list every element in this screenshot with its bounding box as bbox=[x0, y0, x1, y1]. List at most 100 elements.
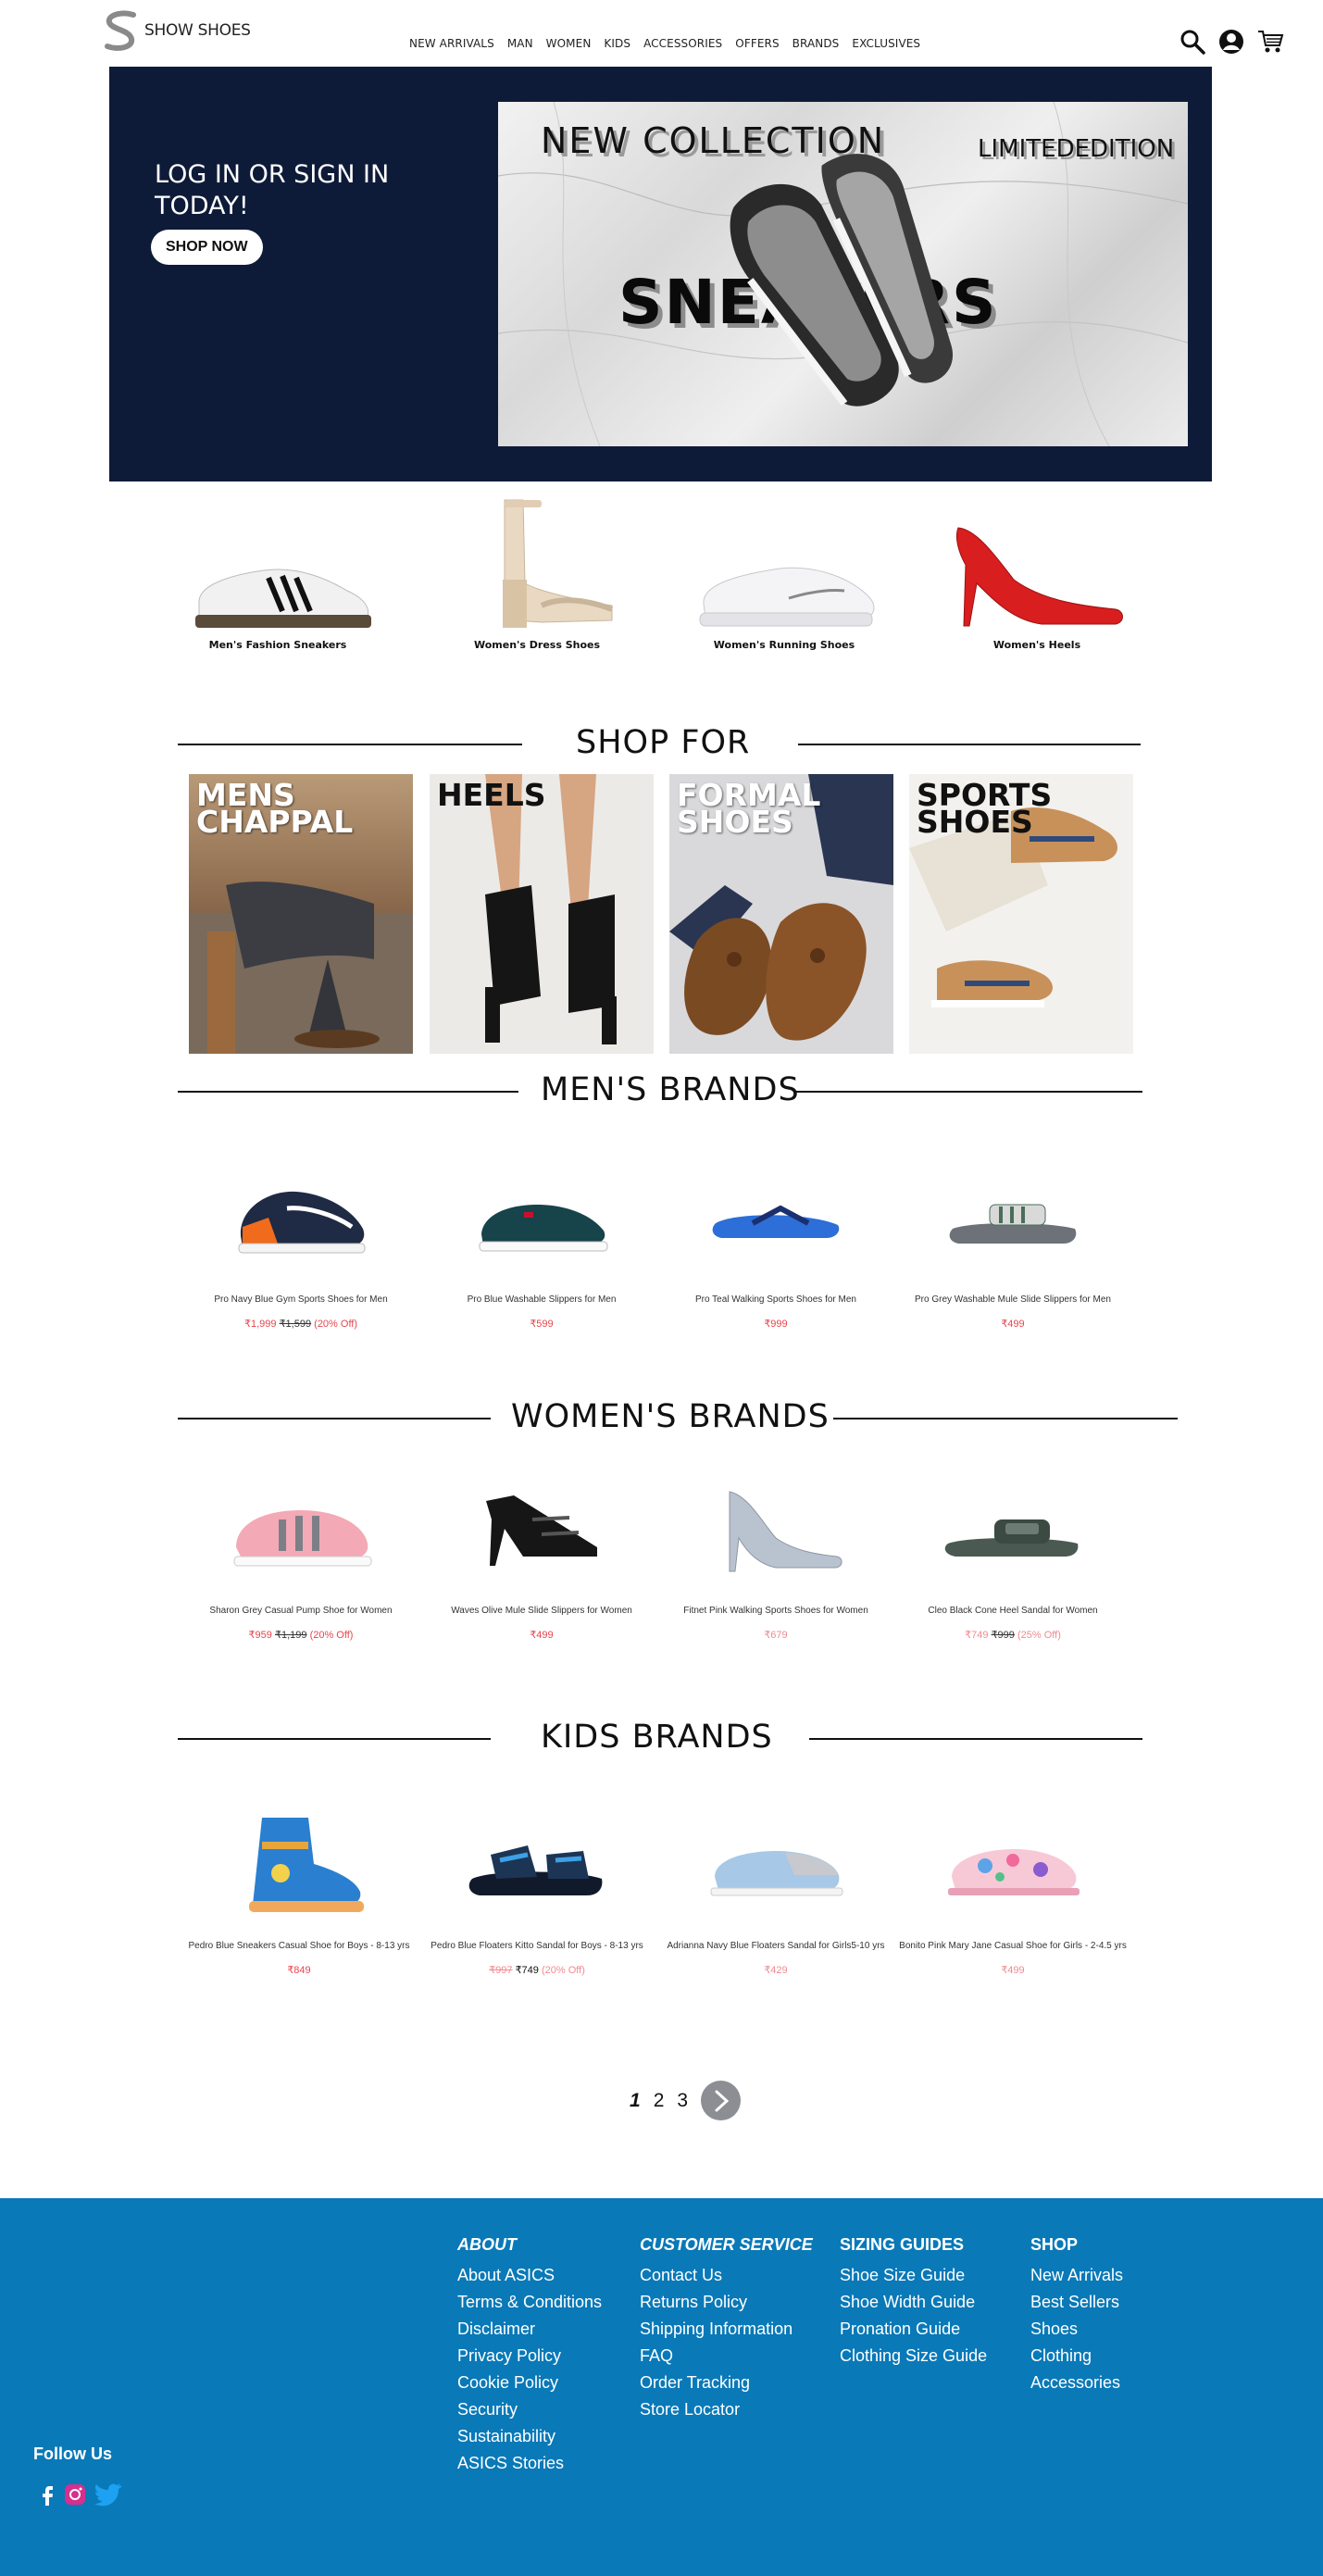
product-name: Pro Grey Washable Mule Slide Slippers fo… bbox=[915, 1294, 1111, 1305]
sneakers-promo-image[interactable]: NEW COLLECTION LIMITEDEDITION SNEAKERS bbox=[498, 102, 1188, 446]
product-card[interactable]: Pro Blue Washable Slippers for Men ₹599 bbox=[421, 1157, 662, 1330]
product-card[interactable]: Cleo Black Cone Heel Sandal for Women ₹7… bbox=[892, 1469, 1133, 1641]
tile-heels[interactable]: HEELS bbox=[430, 774, 654, 1054]
nav-kids[interactable]: KIDS bbox=[604, 37, 630, 50]
footer-link[interactable]: Sustainability bbox=[457, 2423, 602, 2450]
category-womens-heels[interactable]: Women's Heels bbox=[926, 519, 1148, 651]
category-womens-running[interactable]: Women's Running Shoes bbox=[673, 546, 895, 651]
category-mens-sneakers[interactable]: Men's Fashion Sneakers bbox=[167, 546, 389, 651]
follow-us-label: Follow Us bbox=[33, 2445, 112, 2463]
footer-link[interactable]: Shoe Width Guide bbox=[840, 2289, 987, 2316]
footer-link[interactable]: Clothing Size Guide bbox=[840, 2343, 987, 2370]
twitter-icon[interactable] bbox=[93, 2482, 124, 2507]
category-caption: Women's Heels bbox=[992, 639, 1081, 651]
footer-link[interactable]: Shoe Size Guide bbox=[840, 2262, 987, 2289]
footer-link[interactable]: Store Locator bbox=[640, 2396, 813, 2423]
product-image bbox=[655, 1469, 896, 1589]
category-womens-dress[interactable]: Women's Dress Shoes bbox=[426, 491, 648, 651]
footer-link[interactable]: Accessories bbox=[1030, 2370, 1123, 2396]
heading-rule bbox=[178, 1738, 491, 1740]
social-links bbox=[37, 2482, 124, 2507]
nav-brands[interactable]: BRANDS bbox=[793, 37, 840, 50]
product-card[interactable]: Adrianna Navy Blue Floaters Sandal for G… bbox=[655, 1804, 896, 1976]
brand-logo[interactable]: SHOW SHOES bbox=[102, 9, 251, 52]
product-card[interactable]: Sharon Grey Casual Pump Shoe for Women ₹… bbox=[181, 1469, 421, 1641]
footer-link[interactable]: New Arrivals bbox=[1030, 2262, 1123, 2289]
facebook-icon[interactable] bbox=[37, 2482, 57, 2507]
section-title: MEN'S BRANDS bbox=[541, 1071, 800, 1108]
product-image bbox=[892, 1157, 1133, 1278]
shop-for-heading: SHOP FOR bbox=[178, 724, 1141, 761]
footer-link[interactable]: Security bbox=[457, 2396, 602, 2423]
page-2-link[interactable]: 2 bbox=[654, 2090, 665, 2112]
product-card[interactable]: Pedro Blue Sneakers Casual Shoe for Boys… bbox=[179, 1804, 419, 1976]
footer-heading: SHOP bbox=[1030, 2235, 1079, 2254]
product-image bbox=[179, 1804, 419, 1924]
product-image bbox=[421, 1157, 662, 1278]
nav-offers[interactable]: OFFERS bbox=[735, 37, 779, 50]
pagination: 1 2 3 bbox=[630, 2081, 742, 2120]
tile-mens-chappal[interactable]: MENS CHAPPAL bbox=[189, 774, 413, 1054]
page-3-link[interactable]: 3 bbox=[677, 2090, 688, 2112]
footer-link[interactable]: Order Tracking bbox=[640, 2370, 813, 2396]
footer-link[interactable]: Shoes bbox=[1030, 2316, 1123, 2343]
tile-label: HEELS bbox=[437, 777, 546, 813]
product-card[interactable]: Pro Grey Washable Mule Slide Slippers fo… bbox=[892, 1157, 1133, 1330]
footer-link[interactable]: About ASICS bbox=[457, 2262, 602, 2289]
search-icon[interactable] bbox=[1179, 28, 1206, 56]
logo-mark-icon bbox=[105, 10, 136, 51]
product-name: Fitnet Pink Walking Sports Shoes for Wom… bbox=[683, 1606, 868, 1616]
page-1-link[interactable]: 1 bbox=[630, 2090, 641, 2112]
footer-link[interactable]: Disclaimer bbox=[457, 2316, 602, 2343]
footer-link[interactable]: Shipping Information bbox=[640, 2316, 813, 2343]
tile-sports-shoes[interactable]: SPORTS SHOES bbox=[909, 774, 1133, 1054]
product-name: Pro Teal Walking Sports Shoes for Men bbox=[695, 1294, 856, 1305]
site-header: SHOW SHOES NEW ARRIVALS MAN WOMEN KIDS A… bbox=[0, 0, 1323, 67]
nav-new-arrivals[interactable]: NEW ARRIVALS bbox=[409, 37, 494, 50]
product-card[interactable]: Pro Navy Blue Gym Sports Shoes for Men ₹… bbox=[181, 1157, 421, 1330]
account-icon[interactable] bbox=[1217, 28, 1245, 56]
product-image bbox=[655, 1804, 896, 1924]
category-caption: Women's Dress Shoes bbox=[473, 639, 601, 651]
product-price: ₹959 ₹1,199 (20% Off) bbox=[248, 1630, 354, 1641]
heading-rule bbox=[178, 1418, 491, 1419]
footer-link[interactable]: Best Sellers bbox=[1030, 2289, 1123, 2316]
footer-link[interactable]: Cookie Policy bbox=[457, 2370, 602, 2396]
product-card[interactable]: Bonito Pink Mary Jane Casual Shoe for Gi… bbox=[892, 1804, 1133, 1976]
product-card[interactable]: Waves Olive Mule Slide Slippers for Wome… bbox=[421, 1469, 662, 1641]
footer-link[interactable]: Terms & Conditions bbox=[457, 2289, 602, 2316]
footer-link[interactable]: Clothing bbox=[1030, 2343, 1123, 2370]
section-title: WOMEN'S BRANDS bbox=[511, 1398, 830, 1435]
footer-link[interactable]: Returns Policy bbox=[640, 2289, 813, 2316]
nav-women[interactable]: WOMEN bbox=[546, 37, 592, 50]
product-image bbox=[181, 1157, 421, 1278]
next-page-button[interactable] bbox=[701, 2081, 742, 2120]
shop-now-button[interactable]: SHOP NOW bbox=[151, 230, 263, 265]
mens-brands-heading: MEN'S BRANDS bbox=[178, 1071, 1142, 1108]
nav-accessories[interactable]: ACCESSORIES bbox=[643, 37, 722, 50]
cart-icon[interactable] bbox=[1256, 28, 1284, 56]
footer-link[interactable]: Pronation Guide bbox=[840, 2316, 987, 2343]
footer-heading: SIZING GUIDES bbox=[840, 2235, 965, 2254]
category-row: Men's Fashion Sneakers Women's Dress Sho… bbox=[167, 491, 1167, 676]
nav-exclusives[interactable]: EXCLUSIVES bbox=[852, 37, 920, 50]
footer-link[interactable]: Contact Us bbox=[640, 2262, 813, 2289]
product-image bbox=[892, 1469, 1133, 1589]
product-card[interactable]: Pro Teal Walking Sports Shoes for Men ₹9… bbox=[655, 1157, 896, 1330]
product-card[interactable]: Fitnet Pink Walking Sports Shoes for Wom… bbox=[655, 1469, 896, 1641]
product-image bbox=[892, 1804, 1133, 1924]
product-price: ₹749 ₹999 (25% Off) bbox=[965, 1630, 1061, 1641]
footer-link[interactable]: FAQ bbox=[640, 2343, 813, 2370]
womens-brands-heading: WOMEN'S BRANDS bbox=[178, 1398, 1178, 1435]
footer-link[interactable]: ASICS Stories bbox=[457, 2450, 602, 2477]
footer-link[interactable]: Privacy Policy bbox=[457, 2343, 602, 2370]
product-name: Bonito Pink Mary Jane Casual Shoe for Gi… bbox=[899, 1941, 1127, 1951]
product-name: Cleo Black Cone Heel Sandal for Women bbox=[928, 1606, 1098, 1616]
tile-formal-shoes[interactable]: FORMAL SHOES bbox=[669, 774, 893, 1054]
instagram-icon[interactable] bbox=[63, 2482, 87, 2507]
product-image bbox=[655, 1157, 896, 1278]
product-card[interactable]: Pedro Blue Floaters Kitto Sandal for Boy… bbox=[417, 1804, 657, 1976]
nav-man[interactable]: MAN bbox=[507, 37, 533, 50]
section-title: KIDS BRANDS bbox=[541, 1719, 773, 1756]
red-stiletto-image bbox=[955, 527, 1123, 627]
